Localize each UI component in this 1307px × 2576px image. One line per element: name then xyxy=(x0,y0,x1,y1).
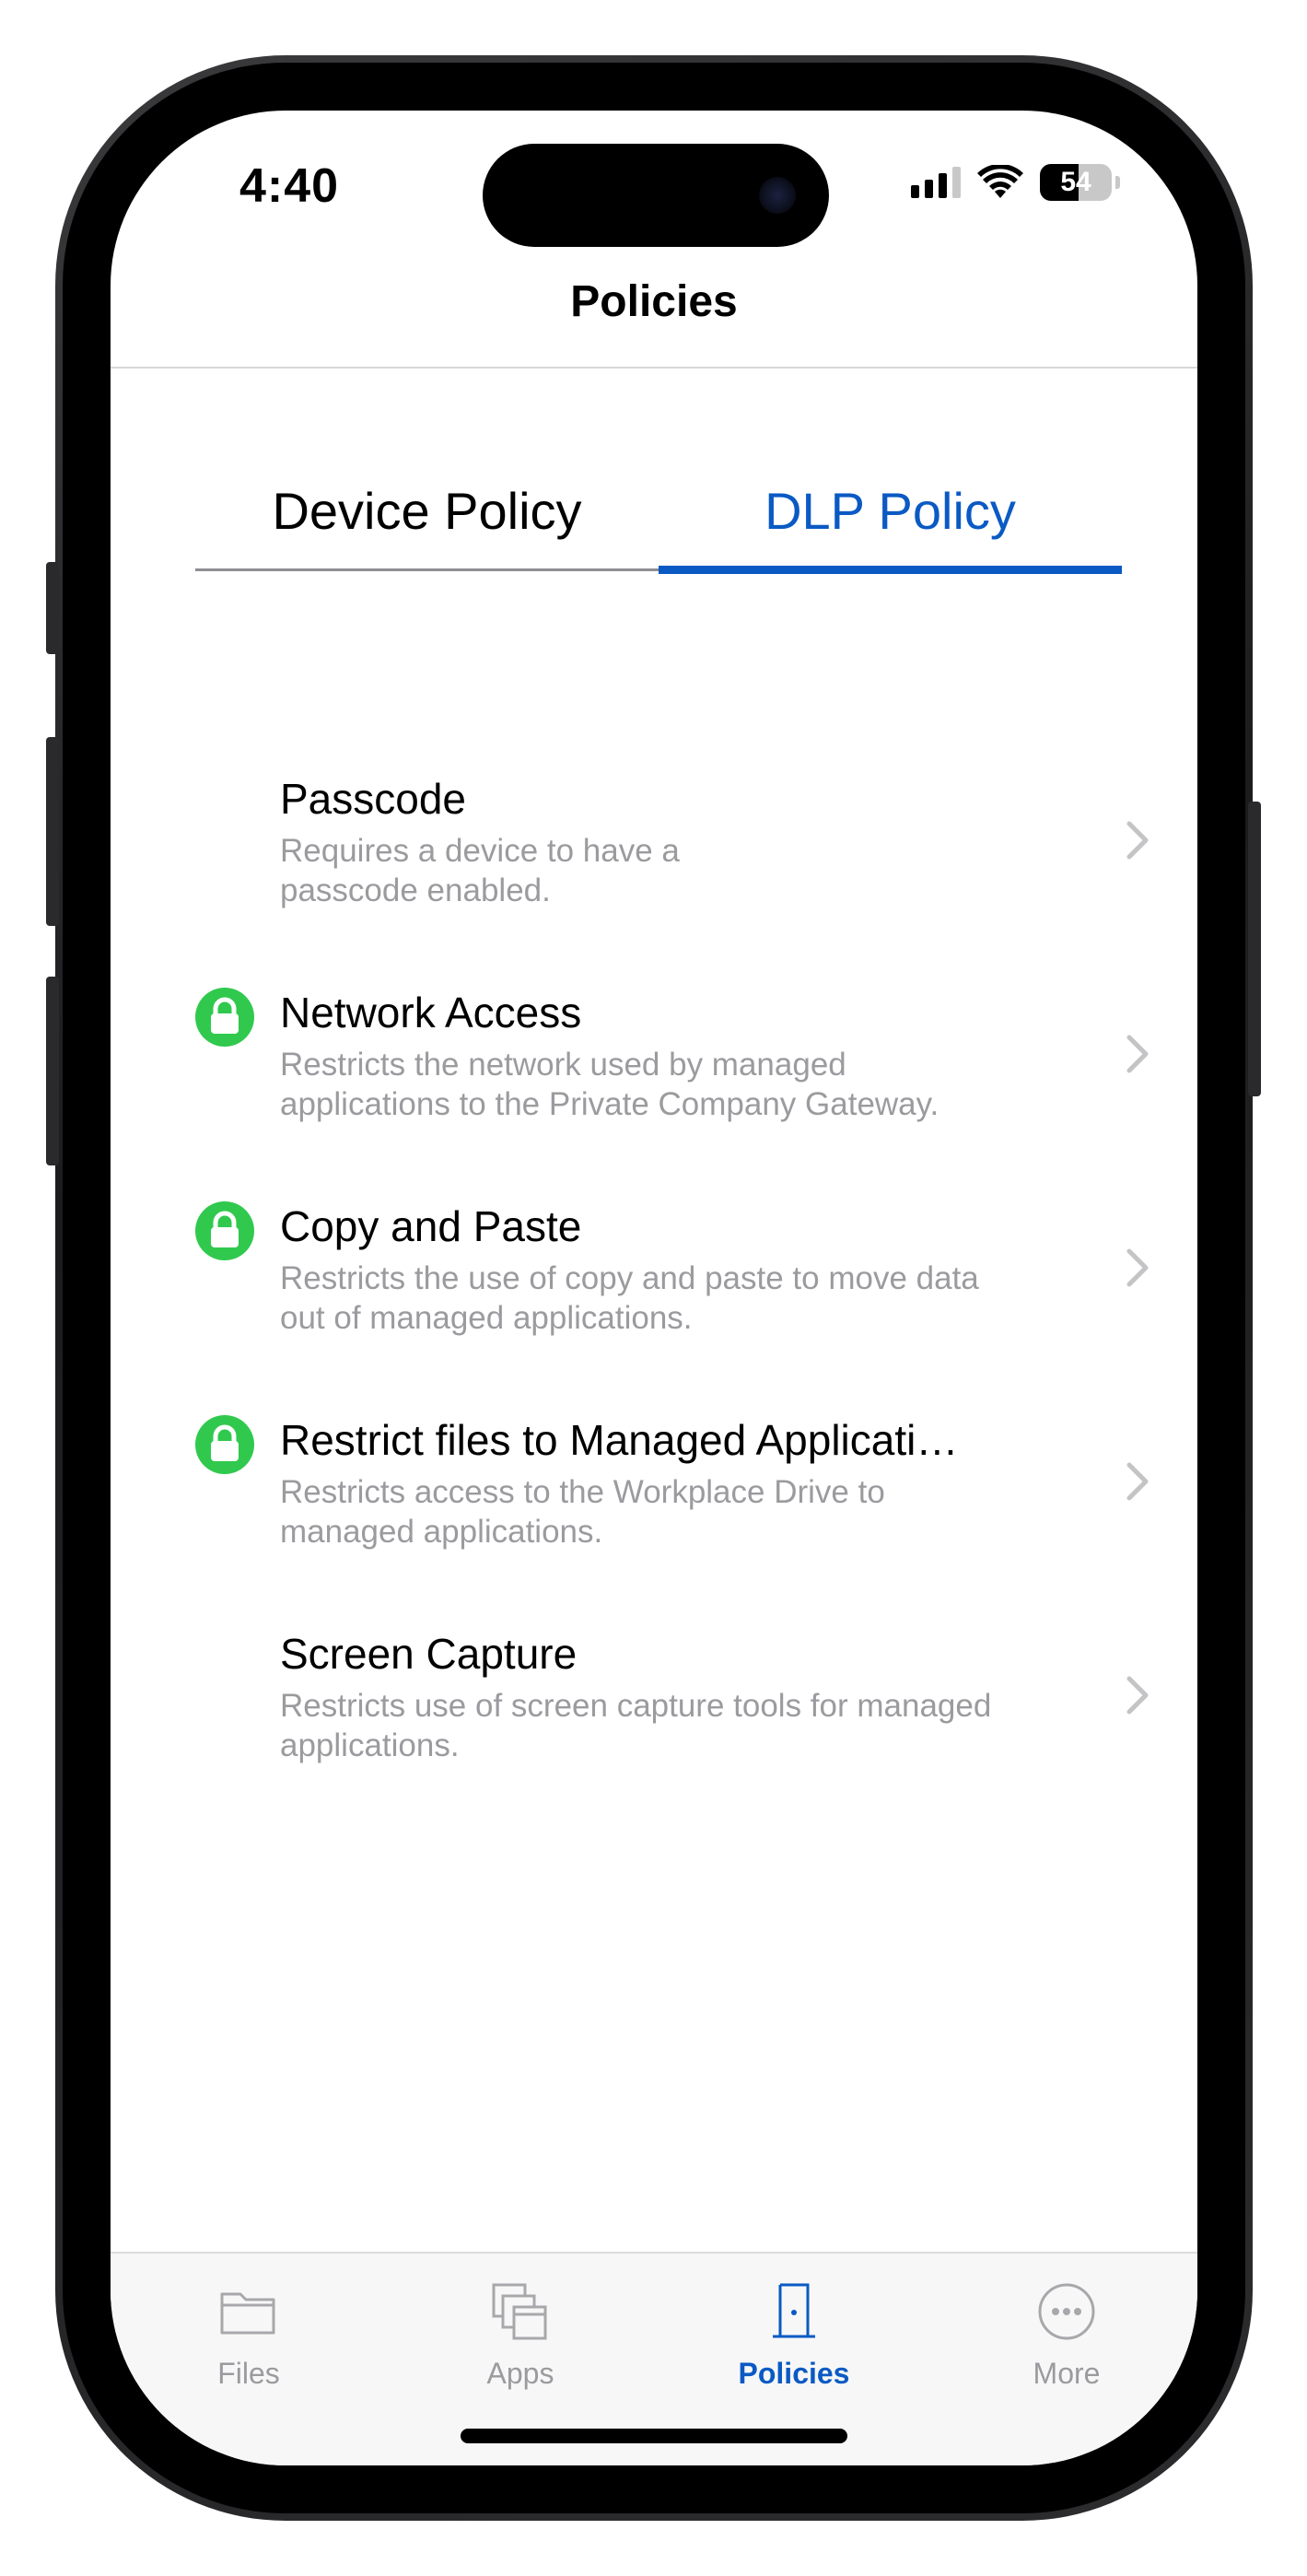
policy-description: Restricts use of screen capture tools fo… xyxy=(280,1688,992,1763)
policy-title: Passcode xyxy=(280,775,467,823)
more-icon xyxy=(1038,2283,1095,2340)
chevron-right-icon xyxy=(1126,1462,1149,1501)
wifi-icon xyxy=(977,165,1023,198)
battery-level: 54 xyxy=(1060,167,1091,197)
phone-screen: 4:40 54 Policies Device Policy DLP Polic… xyxy=(111,111,1197,2465)
policy-description: Restricts the use of copy and paste to m… xyxy=(280,1260,979,1336)
tabbar-label: More xyxy=(1033,2357,1101,2390)
volume-up-button xyxy=(46,737,59,926)
folder-icon xyxy=(220,2292,275,2335)
policy-tabs: Device Policy DLP Policy xyxy=(195,470,1122,574)
policy-title: Screen Capture xyxy=(280,1630,578,1678)
tab-bar: Files Apps Policies More xyxy=(111,2252,1197,2465)
lock-icon xyxy=(195,1201,254,1260)
policy-description: Restricts the network used by managed ap… xyxy=(280,1047,939,1122)
action-button xyxy=(46,562,59,654)
cellular-signal-icon xyxy=(911,167,961,198)
policy-item-restrict-files[interactable]: Restrict files to Managed Applicati… Res… xyxy=(111,1415,1197,1599)
door-icon xyxy=(773,2283,815,2338)
chevron-right-icon xyxy=(1126,1248,1149,1287)
policy-title: Restrict files to Managed Applicati… xyxy=(280,1416,959,1464)
battery-tip xyxy=(1115,176,1120,189)
policy-item-passcode[interactable]: Passcode Requires a device to have a pas… xyxy=(111,774,1197,958)
policy-item-network-access[interactable]: Network Access Restricts the network use… xyxy=(111,988,1197,1172)
chevron-right-icon xyxy=(1126,821,1149,860)
lock-icon xyxy=(195,1415,254,1474)
power-button xyxy=(1248,802,1261,1096)
policy-description: Restricts access to the Workplace Drive … xyxy=(280,1474,885,1550)
front-camera-icon xyxy=(759,177,796,214)
tabbar-item-more[interactable]: More xyxy=(974,2279,1159,2391)
page-title: Policies xyxy=(570,277,738,326)
tab-dlp-policy[interactable]: DLP Policy xyxy=(659,470,1122,574)
chevron-right-icon xyxy=(1126,1676,1149,1715)
policy-item-screen-capture[interactable]: Screen Capture Restricts use of screen c… xyxy=(111,1629,1197,1813)
battery-icon: 54 xyxy=(1040,164,1112,201)
tab-device-policy[interactable]: Device Policy xyxy=(195,470,659,571)
lock-icon xyxy=(195,988,254,1047)
tabbar-item-files[interactable]: Files xyxy=(157,2279,341,2391)
status-icons: 54 xyxy=(911,164,1120,201)
tabbar-item-apps[interactable]: Apps xyxy=(428,2279,613,2391)
tabbar-label: Policies xyxy=(738,2357,850,2390)
tabbar-label: Files xyxy=(217,2357,280,2390)
status-time: 4:40 xyxy=(239,159,340,213)
policy-title: Network Access xyxy=(280,989,582,1036)
policy-title: Copy and Paste xyxy=(280,1202,582,1250)
home-indicator[interactable] xyxy=(461,2429,847,2443)
header-divider xyxy=(111,367,1197,369)
volume-down-button xyxy=(46,977,59,1165)
tabbar-label: Apps xyxy=(486,2357,554,2390)
chevron-right-icon xyxy=(1126,1035,1149,1073)
tabbar-item-policies[interactable]: Policies xyxy=(702,2279,886,2391)
policy-item-copy-and-paste[interactable]: Copy and Paste Restricts the use of copy… xyxy=(111,1201,1197,1386)
policy-description: Requires a device to have a passcode ena… xyxy=(280,833,680,908)
apps-icon xyxy=(492,2283,547,2340)
dynamic-island xyxy=(483,144,829,247)
